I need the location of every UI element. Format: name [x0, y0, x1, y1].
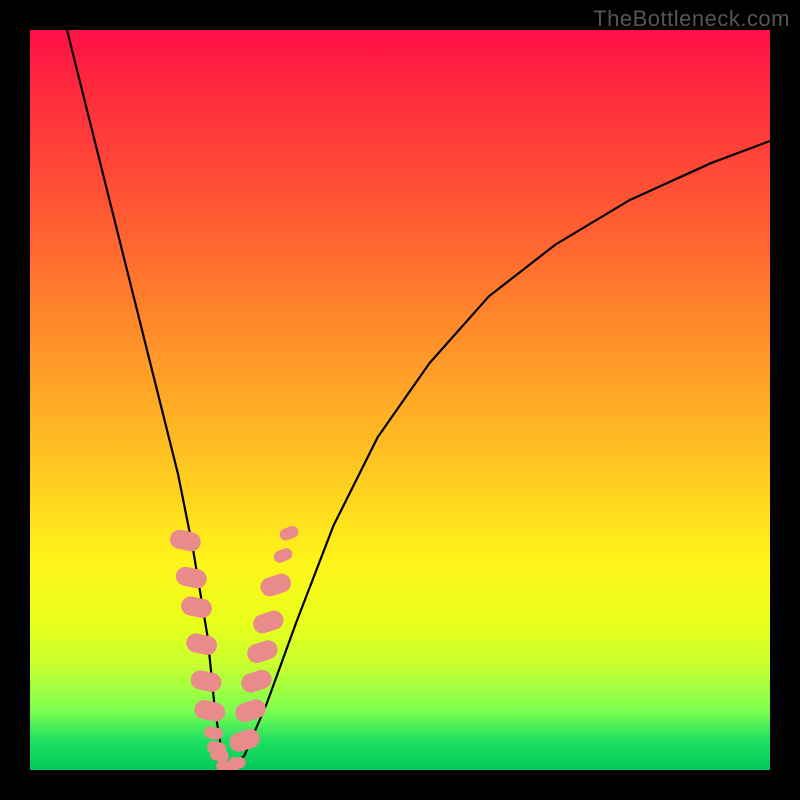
curve-layer: [30, 30, 770, 770]
curve-markers: [169, 525, 300, 770]
watermark-text: TheBottleneck.com: [593, 6, 790, 32]
bottleneck-curve: [67, 30, 770, 770]
plot-area: [30, 30, 770, 770]
chart-frame: TheBottleneck.com: [0, 0, 800, 800]
